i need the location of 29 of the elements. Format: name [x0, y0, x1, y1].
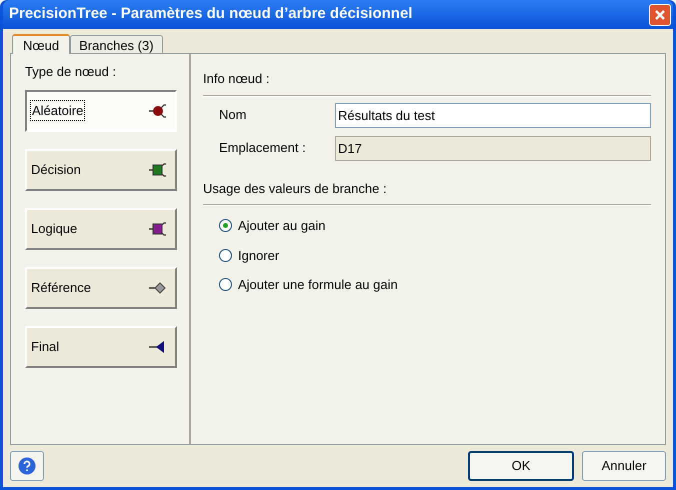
node-type-button[interactable]: Logique [25, 208, 177, 250]
close-button[interactable] [649, 4, 671, 26]
node-type-button[interactable]: Référence [25, 266, 177, 308]
help-icon [18, 457, 36, 475]
section-heading: Usage des valeurs de branche : [203, 180, 388, 198]
dialog-button[interactable]: OK [468, 451, 574, 481]
node-type-button[interactable]: Aléatoire [25, 90, 177, 132]
option-label[interactable]: Ajouter au gain [238, 216, 326, 236]
section-heading: Info nœud : [203, 70, 270, 88]
node-type-button[interactable]: Final [25, 326, 177, 368]
dialog-button[interactable]: Annuler [582, 451, 666, 481]
circle-node-icon [147, 102, 167, 120]
tab[interactable]: Nœud [12, 34, 70, 54]
tab[interactable]: Branches (3) [70, 35, 163, 53]
radio-button[interactable] [219, 248, 232, 262]
close-icon [654, 8, 666, 20]
option-label[interactable]: Ignorer [238, 246, 280, 265]
help-button[interactable] [10, 451, 44, 481]
option-label[interactable]: Ajouter une formule au gain [238, 275, 398, 294]
radio-button[interactable] [219, 278, 232, 292]
field-label: Emplacement : [219, 139, 307, 158]
window-title: PrecisionTree - Paramètres du nœud d’arbre décisionnel [9, 4, 412, 24]
node-type-button[interactable]: Décision [25, 148, 177, 190]
square-node-icon [147, 160, 167, 178]
field-label: Nom [219, 106, 248, 124]
square-node-icon [147, 220, 167, 238]
section-label: Type de nœud : [25, 63, 118, 81]
radio-button[interactable] [219, 219, 232, 232]
input-field[interactable]: Résultats du test [335, 102, 651, 128]
